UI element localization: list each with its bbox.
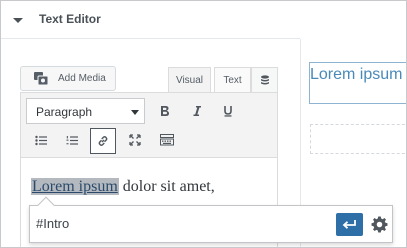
apply-link-button[interactable] [336, 213, 363, 236]
section-title: Text Editor [39, 12, 101, 26]
editor-body-text: dolor sit amet, [118, 178, 215, 195]
gear-icon [371, 216, 387, 232]
numbered-list-button[interactable] [59, 127, 85, 153]
toolbar-toggle-button[interactable] [154, 127, 180, 153]
preview-empty-widget[interactable] [310, 124, 407, 154]
keyboard-icon [160, 134, 174, 146]
preview-heading-text: Lorem ipsum [310, 66, 403, 83]
link-button[interactable] [90, 128, 116, 154]
tab-visual[interactable]: Visual [168, 67, 211, 93]
link-icon [98, 136, 108, 146]
format-select-value: Paragraph [36, 105, 93, 119]
caret-down-icon [13, 18, 23, 23]
add-media-button[interactable]: Add Media [20, 66, 116, 91]
fullscreen-button[interactable] [122, 127, 148, 153]
editor-link-text[interactable]: Lorem ipsum [31, 178, 119, 195]
italic-button[interactable] [184, 98, 210, 124]
bullet-list-button[interactable] [28, 127, 54, 153]
link-url-input[interactable]: #Intro [36, 216, 69, 231]
enter-icon [342, 220, 356, 229]
add-media-label: Add Media [58, 73, 106, 84]
media-icon [34, 72, 49, 86]
bold-button[interactable] [152, 98, 178, 124]
tab-text[interactable]: Text [214, 67, 251, 93]
italic-icon [193, 106, 201, 116]
underline-icon [224, 106, 232, 117]
bullet-list-icon [35, 135, 47, 145]
chevron-down-icon [131, 110, 139, 115]
link-settings-button[interactable] [368, 213, 390, 235]
underline-button[interactable] [215, 98, 241, 124]
format-select[interactable]: Paragraph [26, 98, 145, 124]
bold-icon [161, 106, 169, 116]
editor-text[interactable]: Lorem ipsum dolor sit amet, [31, 178, 215, 196]
section-header[interactable]: Text Editor [0, 0, 300, 39]
tab-extra[interactable] [251, 67, 278, 93]
numbered-list-icon [66, 135, 78, 145]
database-icon [260, 75, 269, 85]
fullscreen-icon [129, 134, 141, 146]
